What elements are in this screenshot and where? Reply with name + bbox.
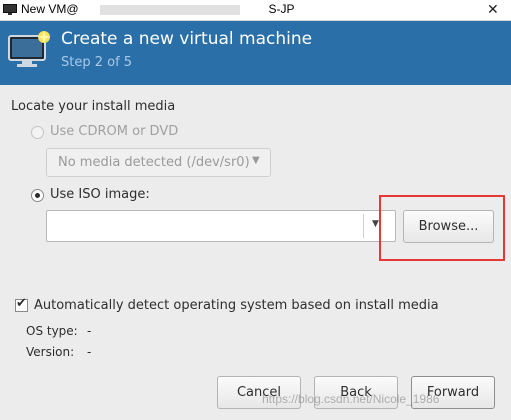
step-indicator: Step 2 of 5 [61,55,133,70]
chevron-down-icon: ▼ [252,155,260,166]
cdrom-radio-label: Use CDROM or DVD [50,124,179,139]
chevron-down-icon[interactable]: ▼ [372,219,379,229]
window-title-suffix: S-JP [268,2,295,16]
window-titlebar: New VM@ S-JP ✕ [0,0,511,21]
combobox-divider [363,214,364,238]
watermark-text: https://blog.csdn.net/Nicole_1986 [262,392,440,406]
auto-detect-os-label: Automatically detect operating system ba… [34,298,439,313]
app-icon [3,4,17,15]
iso-path-combobox[interactable]: ▼ [46,210,396,242]
close-icon[interactable]: ✕ [487,3,499,17]
highlight-annotation-box [379,195,505,261]
iso-radio[interactable] [31,189,44,202]
os-type-label: OS type: [26,324,78,338]
iso-radio-label: Use ISO image: [50,187,150,202]
page-title: Create a new virtual machine [61,29,313,49]
radio-selected-dot [35,193,40,198]
cdrom-radio[interactable] [31,126,44,139]
checkmark-icon: ✔ [16,296,27,311]
version-label: Version: [26,345,75,359]
redacted-title-text [100,5,240,15]
monitor-icon [7,30,51,70]
install-media-section-label: Locate your install media [11,99,176,114]
os-type-value: - [87,324,92,338]
window-title-prefix: New VM@ [21,2,79,16]
wizard-header: Create a new virtual machine Step 2 of 5 [0,21,511,85]
version-value: - [87,345,92,359]
auto-detect-os-checkbox[interactable]: ✔ [15,296,28,312]
cdrom-media-dropdown[interactable]: No media detected (/dev/sr0) ▼ [46,148,271,177]
cdrom-media-dropdown-value: No media detected (/dev/sr0) [58,155,250,170]
iso-path-input[interactable] [47,211,363,241]
